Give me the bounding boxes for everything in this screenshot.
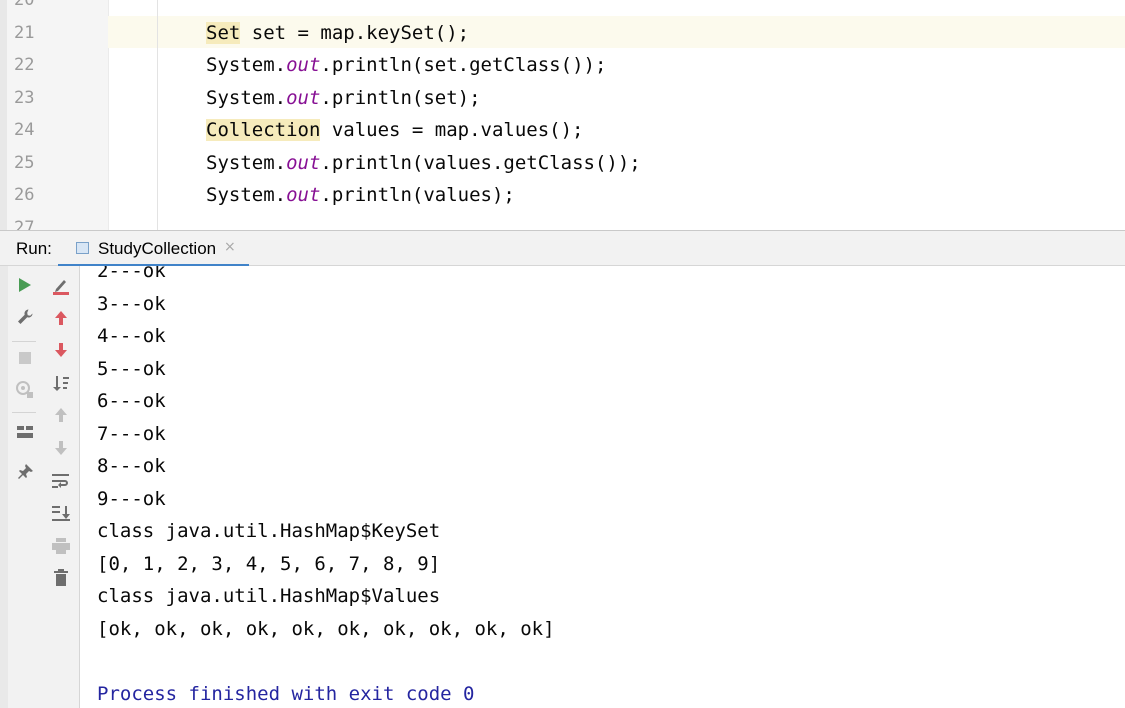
stop-button[interactable] — [12, 345, 38, 371]
wrench-icon — [16, 308, 34, 326]
console-line: class java.util.HashMap$Values — [97, 585, 441, 607]
console-line: 9---ok — [97, 487, 166, 510]
edit-configuration-button[interactable] — [48, 273, 74, 299]
code-token: System. — [206, 86, 287, 109]
pin-icon — [16, 463, 34, 481]
static-field-token: out — [286, 184, 321, 206]
highlighted-usage: Collection — [206, 119, 321, 141]
code-token: .println(set.getClass()); — [320, 54, 607, 76]
line-number: 27 — [14, 217, 35, 231]
console-line: 6---ok — [97, 390, 166, 412]
rerun-icon — [18, 277, 32, 293]
console-output[interactable]: 2---ok 3---ok 4---ok 5---ok 6---ok 7---ok 8---… — [80, 266, 1125, 708]
console-line: [0, 1, 2, 3, 4, 5, 6, 7, 8, 9] — [97, 552, 441, 575]
console-line: 8---ok — [97, 455, 166, 477]
stop-icon — [18, 351, 32, 365]
trash-icon — [53, 569, 69, 587]
up-arrow-icon — [53, 309, 69, 327]
console-actions-toolbar — [42, 266, 80, 708]
console-line: 5---ok — [97, 357, 166, 380]
run-tool-window-header: Run: StudyCollection × — [0, 230, 1125, 267]
clear-all-button[interactable] — [48, 565, 74, 591]
static-field-token: out — [286, 54, 321, 76]
scroll-to-end-icon — [51, 504, 71, 522]
toolbar-separator — [12, 341, 36, 342]
code-line[interactable]: System.out.println(set.getClass()); — [206, 49, 606, 81]
console-line: [ok, ok, ok, ok, ok, ok, ok, ok, ok, ok] — [97, 617, 555, 640]
console-line: 7---ok — [97, 422, 166, 445]
code-token: set = map.keySet(); — [240, 21, 470, 44]
code-token: System. — [206, 151, 287, 174]
layout-button[interactable] — [12, 419, 38, 445]
indent-guide — [157, 0, 158, 230]
layout-icon — [16, 425, 34, 439]
console-line: 4---ok — [97, 325, 166, 347]
settings-button[interactable] — [12, 304, 38, 330]
console-line: class java.util.HashMap$KeySet — [97, 520, 441, 542]
edit-configuration-icon — [51, 276, 71, 296]
line-number: 20 — [14, 0, 35, 10]
print-icon — [51, 537, 71, 555]
code-line[interactable]: Set set = map.keySet(); — [206, 17, 469, 49]
print-button[interactable] — [48, 533, 74, 559]
run-actions-toolbar — [0, 266, 42, 708]
line-number: 25 — [14, 152, 35, 173]
code-token: .println(values.getClass()); — [320, 151, 641, 174]
pin-tab-button[interactable] — [12, 459, 38, 485]
code-line[interactable]: Collection values = map.values(); — [206, 114, 584, 146]
static-field-token: out — [286, 86, 321, 109]
run-label: Run: — [16, 239, 52, 258]
next-occurrence-icon — [53, 439, 69, 457]
soft-wrap-button[interactable] — [48, 468, 74, 494]
code-token: System. — [206, 54, 287, 76]
rerun-button[interactable] — [12, 272, 38, 298]
line-number: 21 — [14, 22, 35, 43]
code-line[interactable]: System.out.println(set); — [206, 82, 481, 114]
line-number: 24 — [14, 120, 35, 140]
dump-threads-button[interactable] — [12, 377, 38, 403]
code-token: System. — [206, 184, 287, 206]
sort-button[interactable] — [48, 370, 74, 396]
line-number: 22 — [14, 55, 35, 75]
line-number: 23 — [14, 87, 35, 108]
previous-occurrence-button[interactable] — [48, 402, 74, 428]
code-token: values = map.values(); — [320, 119, 584, 141]
soft-wrap-icon — [51, 472, 71, 490]
code-line[interactable]: System.out.println(values); — [206, 179, 515, 211]
static-field-token: out — [286, 151, 321, 174]
code-token: .println(values); — [320, 184, 515, 206]
down-button[interactable] — [48, 337, 74, 363]
tab-label: StudyCollection — [98, 239, 217, 258]
scroll-to-end-button[interactable] — [48, 500, 74, 526]
up-button[interactable] — [48, 305, 74, 331]
console-line: 3---ok — [97, 292, 166, 315]
run-config-icon — [76, 242, 89, 254]
process-exit-message: Process finished with exit code 0 — [97, 682, 475, 705]
console-line: 2---ok — [97, 266, 166, 282]
tab-study-collection[interactable]: StudyCollection × — [58, 231, 249, 267]
code-line[interactable]: System.out.println(values.getClass()); — [206, 147, 641, 179]
previous-occurrence-icon — [53, 406, 69, 424]
next-occurrence-button[interactable] — [48, 435, 74, 461]
toolbar-separator — [12, 412, 36, 413]
down-arrow-icon — [53, 341, 69, 359]
toolbar-edge — [0, 266, 8, 708]
highlighted-usage: Set — [206, 21, 241, 44]
tab-close-icon[interactable]: × — [224, 239, 236, 255]
camera-snapshot-icon — [15, 380, 35, 400]
code-editor[interactable]: Set set = map.keySet(); System.out.printl… — [0, 0, 1125, 230]
line-number: 26 — [14, 185, 35, 205]
code-token: .println(set); — [320, 86, 481, 109]
gutter-edge — [0, 0, 7, 230]
sort-icon — [52, 374, 70, 392]
